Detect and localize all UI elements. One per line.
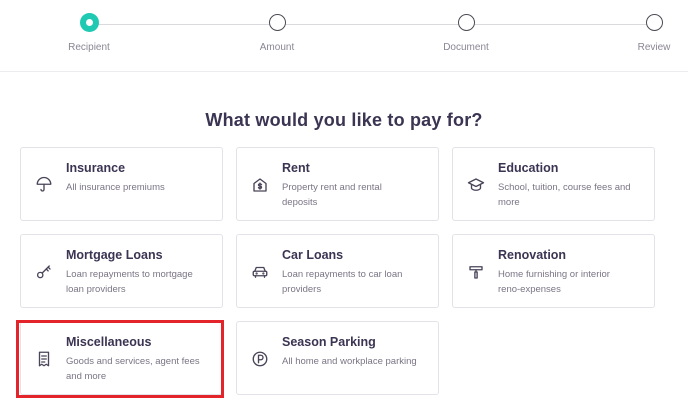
step-label: Review — [637, 42, 671, 53]
category-card-renovation[interactable]: Renovation Home furnishing or interior r… — [452, 234, 655, 308]
category-name: Season Parking — [282, 335, 376, 349]
category-description: Loan repayments to mortgage loan provide… — [66, 269, 193, 295]
category-description: All home and workplace parking — [282, 356, 417, 367]
category-description: School, tuition, course fees and more — [498, 182, 631, 208]
step-amount[interactable]: Amount — [237, 14, 317, 53]
progress-stepper: Recipient Amount Document Review — [0, 0, 688, 72]
category-description: Property rent and rental deposits — [282, 182, 382, 208]
page-title: What would you like to pay for? — [205, 110, 483, 130]
category-card-miscellaneous[interactable]: Miscellaneous Goods and services, agent … — [20, 321, 223, 395]
category-description: Goods and services, agent fees and more — [66, 356, 200, 382]
stepper-line — [89, 24, 654, 25]
category-description: Loan repayments to car loan providers — [282, 269, 403, 295]
house-dollar-icon — [251, 176, 269, 194]
category-card-insurance[interactable]: Insurance All insurance premiums — [20, 147, 223, 221]
category-name: Insurance — [66, 161, 126, 175]
step-review[interactable]: Review — [614, 14, 688, 53]
graduation-cap-icon — [467, 176, 485, 194]
category-description: Home furnishing or interior reno-expense… — [498, 269, 610, 295]
step-label: Document — [443, 42, 489, 53]
category-name: Miscellaneous — [66, 335, 152, 349]
step-indicator-active — [79, 13, 99, 32]
category-name: Renovation — [498, 248, 567, 262]
step-indicator — [645, 14, 663, 31]
umbrella-icon — [35, 176, 53, 194]
category-card-season-parking[interactable]: Season Parking All home and workplace pa… — [236, 321, 439, 395]
category-name: Mortgage Loans — [66, 248, 163, 262]
step-label: Amount — [259, 42, 295, 53]
step-indicator — [457, 14, 475, 31]
key-icon — [35, 263, 53, 281]
category-card-rent[interactable]: Rent Property rent and rental deposits — [236, 147, 439, 221]
step-indicator — [268, 14, 286, 31]
paint-roller-icon — [467, 263, 485, 281]
step-recipient[interactable]: Recipient — [49, 13, 129, 53]
receipt-icon — [35, 350, 53, 368]
step-document[interactable]: Document — [426, 14, 506, 53]
category-card-car-loans[interactable]: Car Loans Loan repayments to car loan pr… — [236, 234, 439, 308]
category-name: Education — [498, 161, 559, 175]
category-name: Rent — [282, 161, 310, 175]
category-card-mortgage-loans[interactable]: Mortgage Loans Loan repayments to mortga… — [20, 234, 223, 308]
car-icon — [251, 263, 269, 281]
parking-icon — [251, 350, 269, 368]
category-description: All insurance premiums — [66, 182, 165, 193]
category-name: Car Loans — [282, 248, 344, 262]
category-card-education[interactable]: Education School, tuition, course fees a… — [452, 147, 655, 221]
step-label: Recipient — [68, 42, 110, 53]
